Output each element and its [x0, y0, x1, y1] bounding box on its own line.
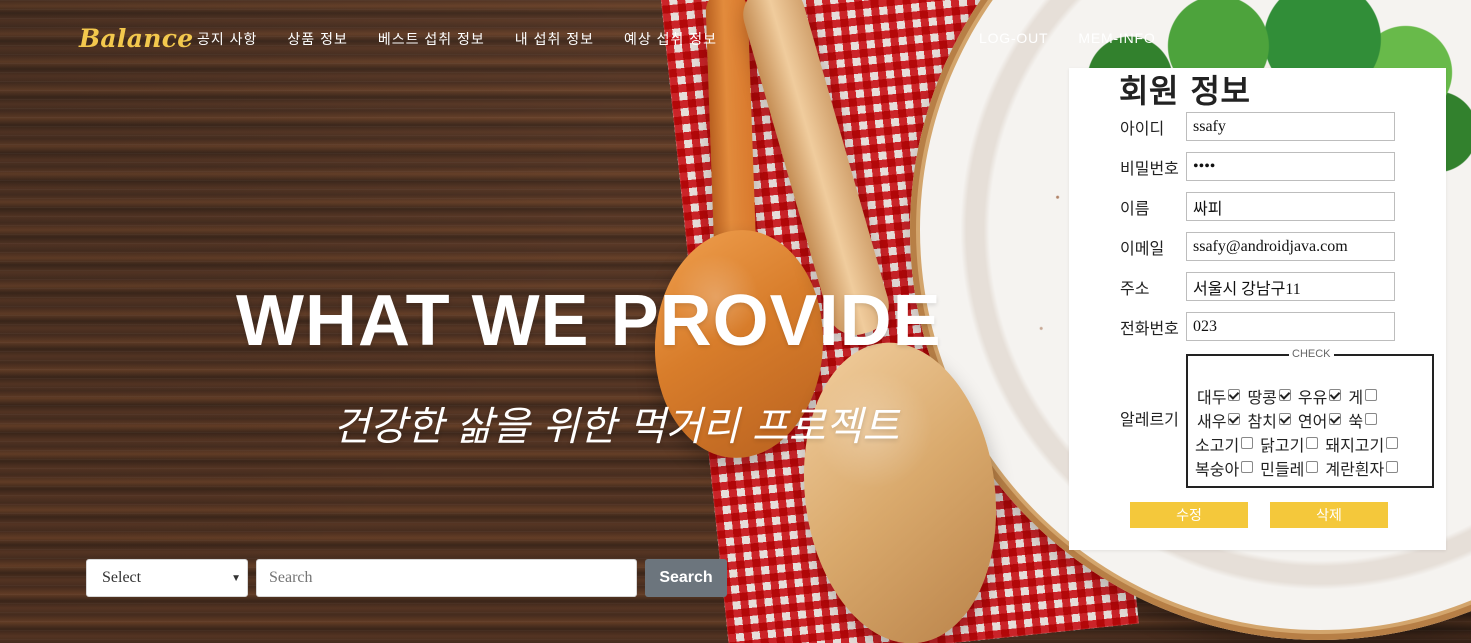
- field-label-name: 이름: [1120, 198, 1150, 218]
- nav-item-expected-intake[interactable]: 예상 섭취 정보: [624, 29, 717, 49]
- allergy-item-peach[interactable]: 복숭아: [1195, 456, 1254, 480]
- allergy-row-2: 새우 참치 연어 쑥: [1197, 408, 1378, 432]
- allergy-label-shrimp: 새우: [1197, 412, 1227, 431]
- email-field[interactable]: [1186, 232, 1395, 261]
- checkbox-icon[interactable]: [1365, 413, 1378, 425]
- field-row-email: 이메일: [1120, 232, 1395, 261]
- field-label-address: 주소: [1120, 278, 1150, 298]
- checkbox-icon[interactable]: [1386, 461, 1399, 473]
- field-row-address: 주소: [1120, 272, 1395, 301]
- logout-link[interactable]: LOG-OUT: [979, 30, 1048, 46]
- checkbox-icon[interactable]: [1365, 389, 1378, 401]
- allergy-item-milk[interactable]: 우유: [1297, 384, 1342, 408]
- allergy-label-crab: 게: [1348, 388, 1364, 407]
- search-bar: Select ▼ Search: [86, 559, 727, 597]
- search-input[interactable]: [256, 559, 637, 597]
- allergy-item-crab[interactable]: 게: [1348, 384, 1378, 408]
- allergy-label-milk: 우유: [1297, 388, 1328, 407]
- checkbox-icon[interactable]: [1329, 413, 1342, 425]
- field-label-id: 아이디: [1120, 118, 1165, 138]
- nav-item-notice[interactable]: 공지 사항: [197, 29, 257, 49]
- allergy-label-peanut: 땅콩: [1247, 388, 1277, 407]
- field-label-phone: 전화번호: [1120, 318, 1179, 338]
- allergy-item-mugwort[interactable]: 쑥: [1348, 408, 1378, 432]
- allergy-label-chicken: 닭고기: [1260, 436, 1305, 455]
- brand-logo[interactable]: Balance: [79, 24, 193, 53]
- allergy-item-peanut[interactable]: 땅콩: [1247, 384, 1291, 408]
- checkbox-icon[interactable]: [1241, 437, 1254, 449]
- allergy-label-peach: 복숭아: [1195, 460, 1240, 479]
- nav-item-best-intake[interactable]: 베스트 섭취 정보: [378, 29, 485, 49]
- allergy-item-pork[interactable]: 돼지고기: [1325, 432, 1399, 456]
- allergy-row-4: 복숭아 민들레 계란흰자: [1195, 456, 1399, 480]
- allergy-label-beef: 소고기: [1195, 436, 1240, 455]
- allergy-label-tuna: 참치: [1247, 412, 1277, 431]
- allergy-label-mugwort: 쑥: [1348, 412, 1364, 431]
- field-label-email: 이메일: [1120, 238, 1165, 258]
- checkbox-icon[interactable]: [1278, 413, 1291, 425]
- name-field[interactable]: [1186, 192, 1395, 221]
- allergy-item-chicken[interactable]: 닭고기: [1260, 432, 1319, 456]
- member-info-title: 회원 정보: [1119, 72, 1251, 110]
- allergy-legend: CHECK: [1289, 348, 1334, 360]
- allergy-label-soybean: 대두: [1197, 388, 1227, 407]
- field-label-password: 비밀번호: [1120, 158, 1179, 178]
- allergy-item-salmon[interactable]: 연어: [1297, 408, 1342, 432]
- checkbox-icon[interactable]: [1228, 413, 1241, 425]
- edit-button[interactable]: 수정: [1130, 502, 1248, 528]
- delete-button[interactable]: 삭제: [1270, 502, 1388, 528]
- checkbox-icon[interactable]: [1306, 461, 1319, 473]
- field-row-id: 아이디: [1120, 112, 1395, 141]
- allergy-item-egg-white[interactable]: 계란흰자: [1325, 456, 1399, 480]
- password-field[interactable]: [1186, 152, 1395, 181]
- allergy-checkbox-group: CHECK 대두 땅콩 우유 게 새우 참치 연어 쑥 소고기 닭고기 돼지고기…: [1186, 348, 1434, 488]
- field-row-password: 비밀번호: [1120, 152, 1395, 181]
- allergy-label-pork: 돼지고기: [1325, 436, 1385, 455]
- nav-item-product-info[interactable]: 상품 정보: [287, 29, 347, 49]
- account-links: LOG-OUT MEM-INFO: [979, 30, 1156, 46]
- id-field[interactable]: [1186, 112, 1395, 141]
- main-navigation: 공지 사항 상품 정보 베스트 섭취 정보 내 섭취 정보 예상 섭취 정보: [197, 29, 717, 49]
- nav-item-my-intake[interactable]: 내 섭취 정보: [515, 29, 594, 49]
- checkbox-icon[interactable]: [1329, 389, 1342, 401]
- member-actions: 수정 삭제: [1130, 502, 1388, 528]
- allergy-section: 알레르기 CHECK 대두 땅콩 우유 게 새우 참치 연어 쑥 소고기 닭고기…: [1120, 348, 1436, 494]
- checkbox-icon[interactable]: [1386, 437, 1399, 449]
- member-info-panel: 회원 정보 아이디 비밀번호 이름 이메일 주소 전화번호 알레르기: [1069, 68, 1446, 550]
- allergy-label: 알레르기: [1120, 410, 1179, 429]
- phone-field[interactable]: [1186, 312, 1395, 341]
- checkbox-icon[interactable]: [1228, 389, 1241, 401]
- search-button[interactable]: Search: [645, 559, 727, 597]
- field-row-name: 이름: [1120, 192, 1395, 221]
- allergy-item-dandelion[interactable]: 민들레: [1260, 456, 1319, 480]
- category-select[interactable]: Select ▼: [86, 559, 248, 597]
- hero-title: WHAT WE PROVIDE: [236, 281, 942, 361]
- category-select-value: Select: [102, 569, 142, 586]
- allergy-row-3: 소고기 닭고기 돼지고기: [1195, 432, 1399, 456]
- allergy-item-shrimp[interactable]: 새우: [1197, 408, 1241, 432]
- allergy-label-egg-white: 계란흰자: [1325, 460, 1385, 479]
- member-info-link[interactable]: MEM-INFO: [1078, 30, 1155, 46]
- allergy-label-dandelion: 민들레: [1260, 460, 1305, 479]
- address-field[interactable]: [1186, 272, 1395, 301]
- allergy-label-salmon: 연어: [1297, 412, 1328, 431]
- field-row-phone: 전화번호: [1120, 312, 1395, 341]
- allergy-row-1: 대두 땅콩 우유 게: [1197, 384, 1378, 408]
- landing-page: Balance 공지 사항 상품 정보 베스트 섭취 정보 내 섭취 정보 예상…: [0, 0, 1471, 643]
- checkbox-icon[interactable]: [1306, 437, 1319, 449]
- allergy-item-beef[interactable]: 소고기: [1195, 432, 1254, 456]
- allergy-item-tuna[interactable]: 참치: [1247, 408, 1291, 432]
- hero-subtitle: 건강한 삶을 위한 먹거리 프로젝트: [333, 404, 900, 450]
- checkbox-icon[interactable]: [1241, 461, 1254, 473]
- checkbox-icon[interactable]: [1278, 389, 1291, 401]
- allergy-item-soybean[interactable]: 대두: [1197, 384, 1241, 408]
- chevron-down-icon: ▼: [231, 573, 241, 584]
